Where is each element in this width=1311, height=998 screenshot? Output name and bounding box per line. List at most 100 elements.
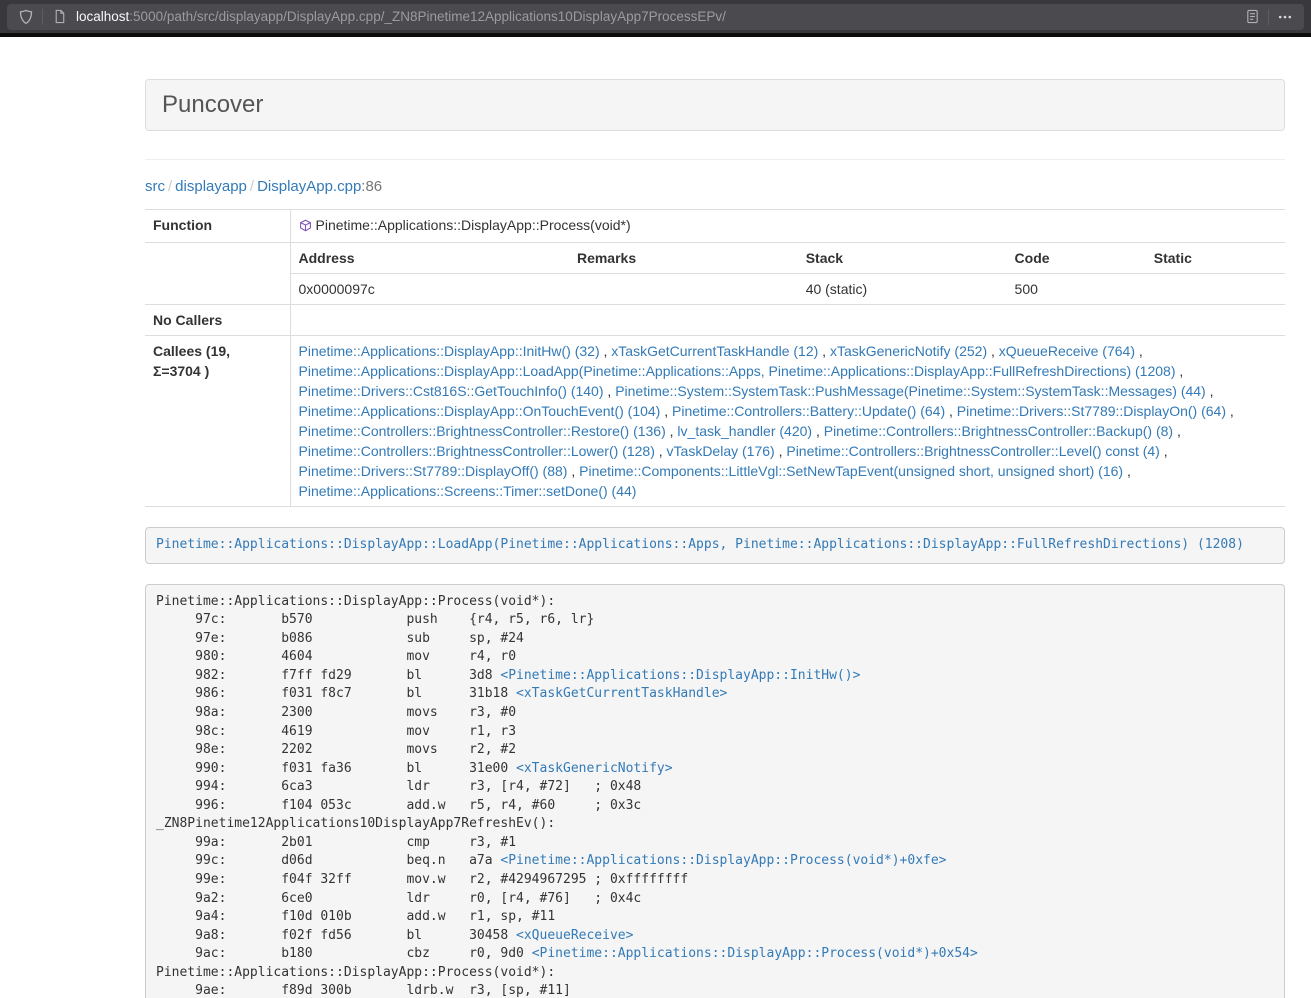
callee-link[interactable]: Pinetime::Components::LittleVgl::SetNewT… xyxy=(579,463,1123,479)
url-path: :5000/path/src/displayapp/DisplayApp.cpp… xyxy=(129,9,726,24)
column-header-code: Code xyxy=(1007,243,1146,274)
shield-icon[interactable] xyxy=(15,6,37,28)
asm-line: 9a2: 6ce0 ldr r0, [r4, #76] ; 0x4c xyxy=(156,890,1274,909)
asm-line: 99e: f04f 32ff mov.w r2, #4294967295 ; 0… xyxy=(156,871,1274,890)
assembly-code: Pinetime::Applications::DisplayApp::Proc… xyxy=(145,584,1285,998)
toolbar-divider xyxy=(42,9,43,25)
static-value xyxy=(1146,274,1285,305)
asm-text: 9a2: 6ce0 ldr r0, [r4, #76] ; 0x4c xyxy=(156,891,641,906)
address-value: 0x0000097c xyxy=(291,274,569,305)
callee-link[interactable]: lv_task_handler (420) xyxy=(677,423,812,439)
callee-link[interactable]: xTaskGenericNotify (252) xyxy=(830,343,987,359)
callee-link[interactable]: Pinetime::Controllers::BrightnessControl… xyxy=(824,423,1173,439)
asm-text: 9ae: f89d 300b ldrb.w r3, [sp, #11] xyxy=(156,983,571,998)
callee-link[interactable]: xQueueReceive (764) xyxy=(999,343,1135,359)
asm-text: Pinetime::Applications::DisplayApp::Proc… xyxy=(156,965,555,980)
asm-line: 97c: b570 push {r4, r5, r6, lr} xyxy=(156,611,1274,630)
callee-link[interactable]: Pinetime::Drivers::St7789::DisplayOn() (… xyxy=(957,403,1226,419)
callee-link[interactable]: Pinetime::Controllers::BrightnessControl… xyxy=(786,443,1159,459)
snippet-block: Pinetime::Applications::DisplayApp::Load… xyxy=(145,527,1285,564)
asm-text: 982: f7ff fd29 bl 3d8 xyxy=(156,668,500,683)
code-value: 500 xyxy=(1007,274,1146,305)
function-cube-icon xyxy=(299,217,312,237)
callee-link[interactable]: Pinetime::System::SystemTask::PushMessag… xyxy=(615,383,1206,399)
breadcrumb-displayapp[interactable]: displayapp xyxy=(175,178,247,195)
callee-link[interactable]: vTaskDelay (176) xyxy=(667,443,775,459)
callee-link[interactable]: Pinetime::Applications::DisplayApp::Load… xyxy=(299,363,1176,379)
asm-text: 98a: 2300 movs r3, #0 xyxy=(156,705,516,720)
asm-text: 97c: b570 push {r4, r5, r6, lr} xyxy=(156,612,594,627)
asm-text: 996: f104 053c add.w r5, r4, #60 ; 0x3c xyxy=(156,798,641,813)
function-name: Pinetime::Applications::DisplayApp::Proc… xyxy=(316,217,631,233)
callee-link[interactable]: Pinetime::Controllers::Battery::Update()… xyxy=(672,403,945,419)
asm-line: 9ae: f89d 300b ldrb.w r3, [sp, #11] xyxy=(156,982,1274,998)
column-header-address: Address xyxy=(291,243,569,274)
asm-text: _ZN8Pinetime12Applications10DisplayApp7R… xyxy=(156,816,555,831)
asm-text: 980: 4604 mov r4, r0 xyxy=(156,649,516,664)
asm-line: 9a4: f10d 010b add.w r1, sp, #11 xyxy=(156,908,1274,927)
asm-text: 994: 6ca3 ldr r3, [r4, #72] ; 0x48 xyxy=(156,779,641,794)
callees-label: Callees (19, Σ=3704 ) xyxy=(145,336,290,507)
callee-link[interactable]: Pinetime::Controllers::BrightnessControl… xyxy=(299,423,666,439)
asm-symbol-link[interactable]: <xTaskGetCurrentTaskHandle> xyxy=(516,686,727,701)
snippet-link[interactable]: Pinetime::Applications::DisplayApp::Load… xyxy=(156,537,1244,552)
asm-text: 97e: b086 sub sp, #24 xyxy=(156,631,524,646)
asm-symbol-link[interactable]: <xTaskGenericNotify> xyxy=(516,761,673,776)
function-stats-row: Address Remarks Stack Code Static 0x0000… xyxy=(145,243,1285,305)
callees-list: Pinetime::Applications::DisplayApp::Init… xyxy=(290,336,1285,507)
asm-line: 990: f031 fa36 bl 31e00 <xTaskGenericNot… xyxy=(156,760,1274,779)
callee-link[interactable]: Pinetime::Applications::DisplayApp::Init… xyxy=(299,343,600,359)
stack-value: 40 (static) xyxy=(798,274,1007,305)
asm-symbol-link[interactable]: <Pinetime::Applications::DisplayApp::Pro… xyxy=(500,853,946,868)
asm-line: 9a8: f02f fd56 bl 30458 <xQueueReceive> xyxy=(156,927,1274,946)
breadcrumb-src[interactable]: src xyxy=(145,178,165,195)
asm-text: 99e: f04f 32ff mov.w r2, #4294967295 ; 0… xyxy=(156,872,688,887)
asm-text: 99a: 2b01 cmp r3, #1 xyxy=(156,835,516,850)
asm-line: _ZN8Pinetime12Applications10DisplayApp7R… xyxy=(156,815,1274,834)
asm-line: Pinetime::Applications::DisplayApp::Proc… xyxy=(156,593,1274,612)
no-callers-label: No Callers xyxy=(145,305,290,336)
asm-symbol-link[interactable]: <Pinetime::Applications::DisplayApp::Pro… xyxy=(532,946,978,961)
reader-mode-icon[interactable] xyxy=(1241,6,1263,28)
asm-line: Pinetime::Applications::DisplayApp::Proc… xyxy=(156,964,1274,983)
address-bar[interactable]: localhost:5000/path/src/displayapp/Displ… xyxy=(7,4,1304,30)
callee-link[interactable]: Pinetime::Controllers::BrightnessControl… xyxy=(299,443,655,459)
function-stats-table: Address Remarks Stack Code Static 0x0000… xyxy=(291,243,1286,304)
callees-row: Callees (19, Σ=3704 ) Pinetime::Applicat… xyxy=(145,336,1285,507)
callee-link[interactable]: xTaskGetCurrentTaskHandle (12) xyxy=(611,343,818,359)
callee-link[interactable]: Pinetime::Applications::DisplayApp::OnTo… xyxy=(299,403,661,419)
asm-line: 98a: 2300 movs r3, #0 xyxy=(156,704,1274,723)
table-row: 0x0000097c 40 (static) 500 xyxy=(291,274,1286,305)
asm-line: 994: 6ca3 ldr r3, [r4, #72] ; 0x48 xyxy=(156,778,1274,797)
callee-link[interactable]: Pinetime::Applications::Screens::Timer::… xyxy=(299,483,637,499)
header-panel: Puncover xyxy=(145,79,1285,131)
callee-link[interactable]: Pinetime::Drivers::Cst816S::GetTouchInfo… xyxy=(299,383,604,399)
asm-line: 97e: b086 sub sp, #24 xyxy=(156,630,1274,649)
breadcrumb-separator: / xyxy=(247,178,257,195)
asm-text: 990: f031 fa36 bl 31e00 xyxy=(156,761,516,776)
asm-line: 996: f104 053c add.w r5, r4, #60 ; 0x3c xyxy=(156,797,1274,816)
asm-text: 986: f031 f8c7 bl 31b18 xyxy=(156,686,516,701)
asm-line: 99a: 2b01 cmp r3, #1 xyxy=(156,834,1274,853)
asm-text: Pinetime::Applications::DisplayApp::Proc… xyxy=(156,594,555,609)
asm-text: 98e: 2202 movs r2, #2 xyxy=(156,742,516,757)
url-text[interactable]: localhost:5000/path/src/displayapp/Displ… xyxy=(76,9,1241,24)
asm-text: 98c: 4619 mov r1, r3 xyxy=(156,724,516,739)
callee-link[interactable]: Pinetime::Drivers::St7789::DisplayOff() … xyxy=(299,463,568,479)
remarks-value xyxy=(569,274,798,305)
function-row: Function Pinetime::Applications::Display… xyxy=(145,210,1285,243)
asm-text: 9a4: f10d 010b add.w r1, sp, #11 xyxy=(156,909,555,924)
asm-symbol-link[interactable]: <xQueueReceive> xyxy=(516,928,633,943)
browser-toolbar: localhost:5000/path/src/displayapp/Displ… xyxy=(0,0,1311,33)
breadcrumb-file[interactable]: DisplayApp.cpp xyxy=(257,178,361,195)
no-callers-row: No Callers xyxy=(145,305,1285,336)
asm-symbol-link[interactable]: <Pinetime::Applications::DisplayApp::Ini… xyxy=(500,668,860,683)
puncover-page: Puncover src/displayapp/DisplayApp.cpp:8… xyxy=(0,37,1311,998)
asm-text: 9a8: f02f fd56 bl 30458 xyxy=(156,928,516,943)
page-info-icon[interactable] xyxy=(48,6,70,28)
page-title: Puncover xyxy=(146,80,1284,130)
breadcrumb-line-number: :86 xyxy=(361,178,382,195)
column-header-remarks: Remarks xyxy=(569,243,798,274)
page-actions-icon[interactable] xyxy=(1274,6,1296,28)
function-detail-table: Function Pinetime::Applications::Display… xyxy=(145,209,1285,507)
